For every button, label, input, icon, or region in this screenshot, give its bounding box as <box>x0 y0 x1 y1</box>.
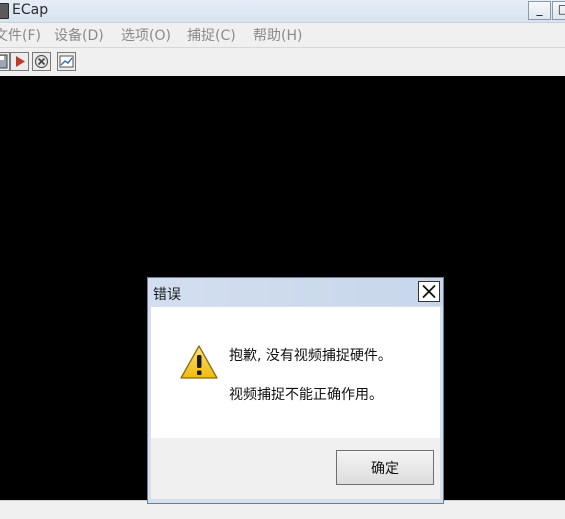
menu-help[interactable]: 帮助(H) <box>253 25 302 45</box>
warning-icon <box>180 345 218 379</box>
title-bar[interactable]: ECap _ □ <box>0 0 565 23</box>
dialog-title: 错误 <box>153 287 181 303</box>
error-dialog: 错误 抱歉, 没有视频捕捉硬件。 视频捕捉不能正确作用。 确定 <box>147 277 444 504</box>
app-icon <box>0 3 9 19</box>
dialog-footer: 确定 <box>151 438 440 499</box>
toolbar-play-button[interactable] <box>10 52 29 71</box>
toolbar-image-button[interactable] <box>57 52 76 71</box>
dialog-title-bar[interactable]: 错误 <box>148 278 443 306</box>
menu-options[interactable]: 选项(O) <box>121 25 171 45</box>
stop-icon <box>34 54 49 69</box>
dialog-message-line1: 抱歉, 没有视频捕捉硬件。 <box>229 348 392 364</box>
toolbar-save-button[interactable] <box>0 52 10 71</box>
menu-bar: 文件(F) 设备(D) 选项(O) 捕捉(C) 帮助(H) <box>0 23 565 46</box>
save-icon <box>0 54 8 69</box>
toolbar <box>0 47 565 76</box>
play-icon <box>16 56 25 67</box>
minimize-button[interactable]: _ <box>528 1 551 20</box>
dialog-close-button[interactable] <box>418 281 440 302</box>
window-title: ECap <box>12 2 49 18</box>
image-icon <box>59 55 74 68</box>
ok-button[interactable]: 确定 <box>336 450 434 485</box>
close-icon <box>422 284 436 299</box>
menu-device[interactable]: 设备(D) <box>54 25 104 45</box>
maximize-button[interactable]: □ <box>552 1 565 20</box>
ecap-window: ECap _ □ 文件(F) 设备(D) 选项(O) 捕捉(C) 帮助(H) 错… <box>0 0 565 519</box>
dialog-body: 抱歉, 没有视频捕捉硬件。 视频捕捉不能正确作用。 <box>151 307 440 438</box>
menu-file[interactable]: 文件(F) <box>0 25 41 45</box>
menu-capture[interactable]: 捕捉(C) <box>187 25 236 45</box>
dialog-message-line2: 视频捕捉不能正确作用。 <box>229 387 383 403</box>
toolbar-stop-button[interactable] <box>32 52 51 71</box>
